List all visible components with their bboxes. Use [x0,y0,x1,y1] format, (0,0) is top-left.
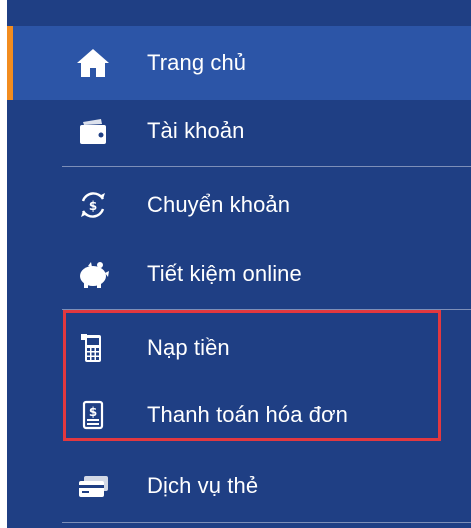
sidebar-menu: Trang chủ Tài khoản $ Chuyển khoản Tiết … [7,0,471,528]
active-indicator [7,26,13,100]
menu-item-label: Nạp tiền [147,335,230,360]
menu-divider [62,309,471,310]
menu-divider [62,522,471,523]
menu-item-label: Tài khoản [147,118,245,143]
menu-item-chuyen-khoan[interactable]: $ Chuyển khoản [7,168,471,242]
menu-item-tiet-kiem-online[interactable]: Tiết kiệm online [7,237,471,311]
bill-icon: $ [75,397,111,433]
menu-item-tai-khoan[interactable]: Tài khoản [7,94,471,168]
svg-text:$: $ [89,405,97,419]
home-icon [75,45,111,81]
menu-item-trang-chu[interactable]: Trang chủ [7,26,471,100]
menu-item-thanh-toan-hoa-don[interactable]: $ Thanh toán hóa đơn [7,378,471,452]
transfer-icon: $ [75,187,111,223]
menu-item-label: Trang chủ [147,50,247,75]
menu-divider [62,166,471,167]
svg-text:$: $ [89,199,97,213]
menu-item-label: Dịch vụ thẻ [147,473,259,498]
menu-item-label: Chuyển khoản [147,192,291,217]
card-icon [75,468,111,504]
menu-item-label: Tiết kiệm online [147,261,302,286]
menu-item-dich-vu-the[interactable]: Dịch vụ thẻ [7,449,471,523]
menu-item-nap-tien[interactable]: Nạp tiền [7,311,471,385]
piggy-bank-icon [75,256,111,292]
phone-topup-icon [75,330,111,366]
wallet-icon [75,113,111,149]
menu-item-label: Thanh toán hóa đơn [147,402,348,427]
